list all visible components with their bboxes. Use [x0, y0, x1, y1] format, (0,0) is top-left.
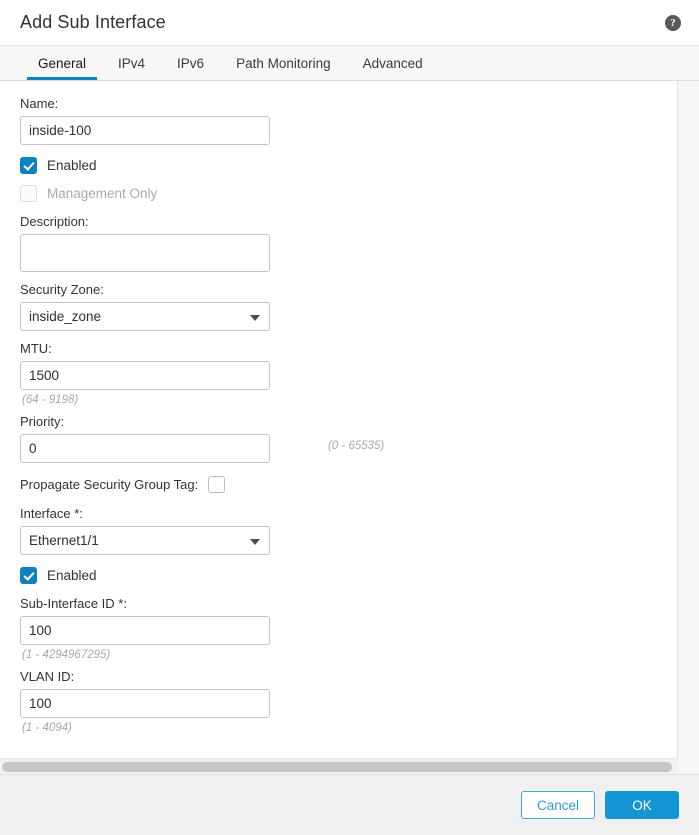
- dialog-title: Add Sub Interface: [20, 12, 166, 33]
- vlan-id-field-block: VLAN ID: (1 - 4094): [20, 668, 677, 735]
- mtu-hint: (64 - 9198): [22, 393, 677, 407]
- priority-field-block: Priority: (0 - 65535): [20, 413, 677, 463]
- priority-label: Priority:: [20, 413, 677, 430]
- tab-general[interactable]: General: [22, 46, 102, 80]
- cancel-button[interactable]: Cancel: [521, 791, 595, 819]
- description-field-block: Description:: [20, 213, 677, 272]
- propagate-sgt-row[interactable]: Propagate Security Group Tag:: [20, 472, 677, 496]
- interface-field-block: Interface *: Ethernet1/1: [20, 505, 677, 555]
- priority-input[interactable]: [20, 434, 270, 463]
- tab-advanced-label: Advanced: [363, 56, 423, 71]
- tab-bar: General IPv4 IPv6 Path Monitoring Advanc…: [0, 46, 699, 81]
- tab-path-monitoring[interactable]: Path Monitoring: [220, 46, 347, 80]
- dialog-titlebar: Add Sub Interface ?: [0, 0, 699, 46]
- tab-ipv6[interactable]: IPv6: [161, 46, 220, 80]
- sub-interface-id-field-block: Sub-Interface ID *: (1 - 4294967295): [20, 595, 677, 662]
- management-only-label: Management Only: [47, 186, 157, 201]
- security-zone-select[interactable]: inside_zone: [20, 302, 270, 331]
- sub-interface-id-hint: (1 - 4294967295): [22, 648, 677, 662]
- interface-enabled-label: Enabled: [47, 568, 97, 583]
- interface-select[interactable]: Ethernet1/1: [20, 526, 270, 555]
- mtu-label: MTU:: [20, 340, 677, 357]
- general-tab-panel: Name: Enabled Management Only Descriptio…: [0, 81, 678, 774]
- management-only-checkbox-row: Management Only: [20, 182, 677, 204]
- description-label: Description:: [20, 213, 677, 230]
- enabled-label: Enabled: [47, 158, 97, 173]
- name-input[interactable]: [20, 116, 270, 145]
- name-label: Name:: [20, 95, 677, 112]
- mtu-field-block: MTU: (64 - 9198): [20, 340, 677, 407]
- security-zone-label: Security Zone:: [20, 281, 677, 298]
- dialog-footer: Cancel OK: [0, 774, 699, 835]
- propagate-sgt-label: Propagate Security Group Tag:: [20, 477, 198, 492]
- name-field-block: Name:: [20, 95, 677, 145]
- interface-enabled-checkbox[interactable]: [20, 567, 37, 584]
- mtu-input[interactable]: [20, 361, 270, 390]
- chevron-down-icon: [250, 539, 260, 545]
- add-sub-interface-dialog: Add Sub Interface ? General IPv4 IPv6 Pa…: [0, 0, 699, 835]
- tab-ipv6-label: IPv6: [177, 56, 204, 71]
- tab-ipv4-label: IPv4: [118, 56, 145, 71]
- tab-advanced[interactable]: Advanced: [347, 46, 439, 80]
- interface-label: Interface *:: [20, 505, 677, 522]
- interface-value: Ethernet1/1: [29, 533, 99, 548]
- vlan-id-label: VLAN ID:: [20, 668, 677, 685]
- vlan-id-hint: (1 - 4094): [22, 721, 677, 735]
- enabled-checkbox[interactable]: [20, 157, 37, 174]
- help-circle-icon[interactable]: ?: [665, 15, 681, 31]
- interface-enabled-checkbox-row[interactable]: Enabled: [20, 564, 677, 586]
- enabled-checkbox-row[interactable]: Enabled: [20, 154, 677, 176]
- sub-interface-id-label: Sub-Interface ID *:: [20, 595, 677, 612]
- tab-general-label: General: [38, 56, 86, 71]
- tab-ipv4[interactable]: IPv4: [102, 46, 161, 80]
- vlan-id-input[interactable]: [20, 689, 270, 718]
- horizontal-scrollbar-thumb[interactable]: [2, 762, 672, 772]
- tab-path-monitoring-label: Path Monitoring: [236, 56, 331, 71]
- horizontal-scrollbar-track[interactable]: [0, 758, 678, 774]
- description-input[interactable]: [20, 234, 270, 272]
- security-zone-field-block: Security Zone: inside_zone: [20, 281, 677, 331]
- chevron-down-icon: [250, 315, 260, 321]
- priority-hint: (0 - 65535): [328, 439, 384, 453]
- ok-button[interactable]: OK: [605, 791, 679, 819]
- management-only-checkbox: [20, 185, 37, 202]
- propagate-sgt-checkbox[interactable]: [208, 476, 225, 493]
- sub-interface-id-input[interactable]: [20, 616, 270, 645]
- dialog-body: Name: Enabled Management Only Descriptio…: [0, 81, 699, 774]
- security-zone-value: inside_zone: [29, 309, 101, 324]
